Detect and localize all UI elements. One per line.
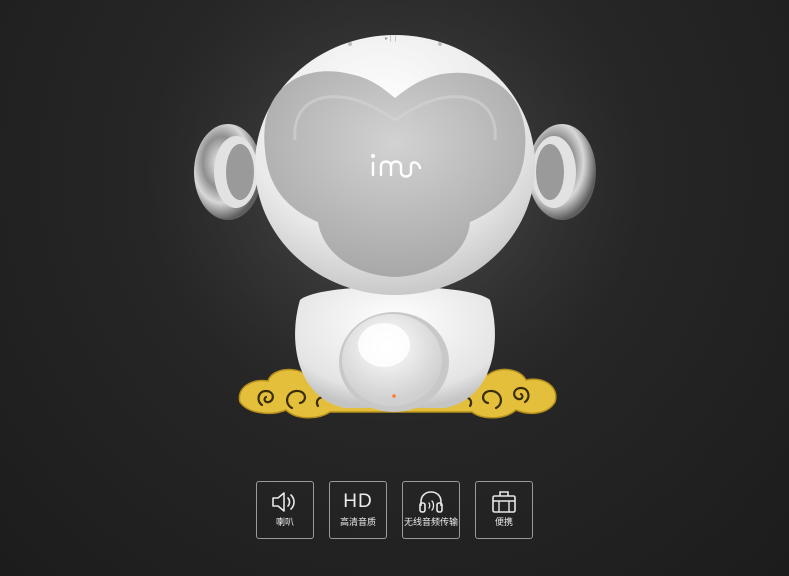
feature-wireless: 无线音频传输 (402, 481, 460, 539)
feature-label: 无线音频传输 (403, 518, 458, 528)
right-ear-chrome (528, 124, 596, 220)
feature-hd: HD 高清音质 (329, 481, 387, 539)
hd-icon: HD (343, 489, 372, 515)
feature-list: 喇叭 HD 高清音质 无线音频传输 便携 (0, 481, 789, 539)
product-illustration: ▸❘❘ imou (135, 0, 655, 419)
headphones-icon (417, 489, 445, 515)
feature-label: 高清音质 (339, 518, 376, 528)
briefcase-icon (490, 489, 518, 515)
feature-label: 喇叭 (275, 518, 294, 528)
speaker-head: ▸❘❘ (255, 35, 535, 295)
svg-text:▸❘❘: ▸❘❘ (385, 35, 398, 42)
feature-label: 便携 (494, 518, 513, 528)
speaker-body (295, 286, 495, 412)
hd-icon-text: HD (343, 491, 373, 512)
feature-speaker: 喇叭 (256, 481, 314, 539)
feature-portable: 便携 (475, 481, 533, 539)
speaker-icon (270, 489, 300, 515)
left-ear-chrome (194, 124, 262, 220)
